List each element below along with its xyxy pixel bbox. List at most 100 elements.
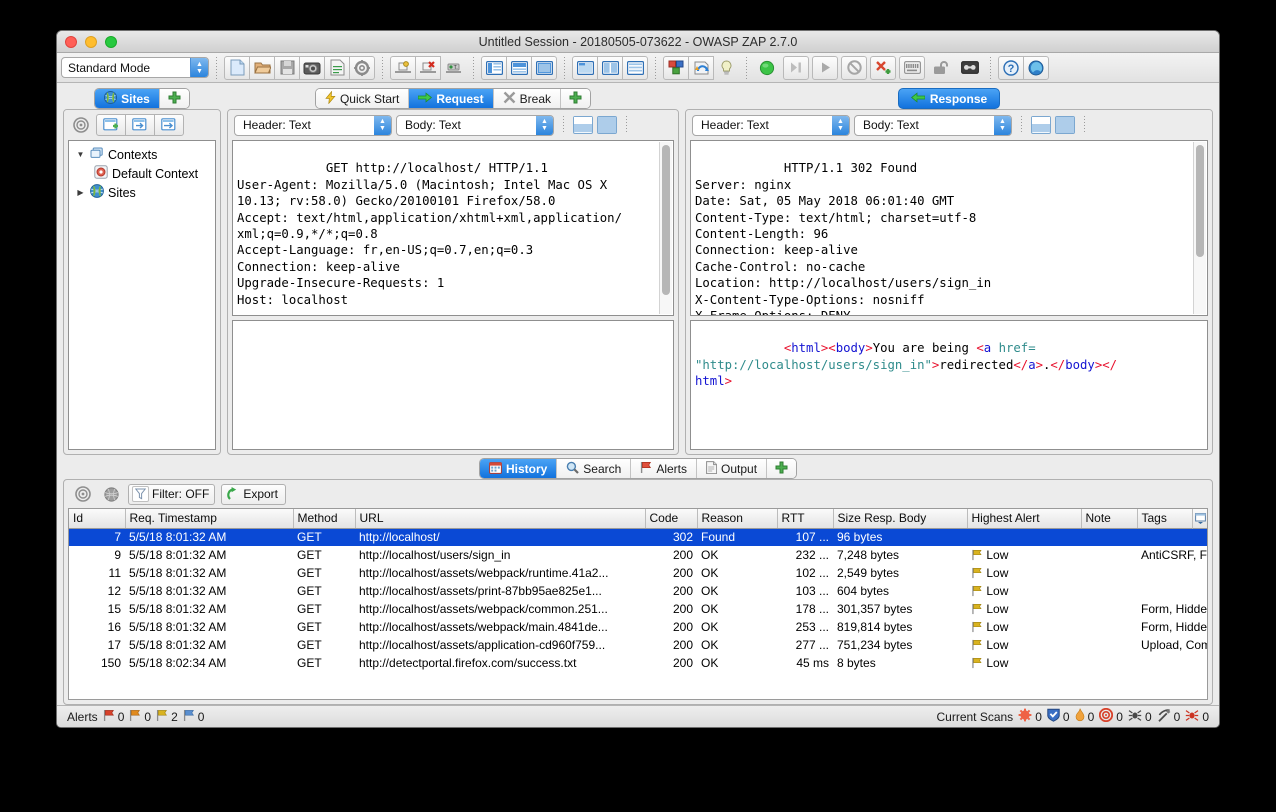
filter-button[interactable]: Filter: OFF — [128, 483, 216, 505]
export-button[interactable]: Export — [221, 483, 287, 505]
save-session-button[interactable] — [274, 55, 300, 80]
padlock-button[interactable] — [928, 56, 954, 80]
mode-select[interactable]: Standard Mode ▲ ▼ — [61, 57, 209, 78]
alert-count-low[interactable]: 2 — [156, 709, 178, 725]
tab-sites[interactable]: Sites — [95, 89, 160, 108]
tab-search[interactable]: Search — [557, 459, 632, 478]
export-context-button[interactable] — [154, 114, 184, 136]
tab-break[interactable]: Break — [493, 89, 562, 108]
col-size[interactable]: Size Resp. Body — [833, 509, 968, 529]
request-header-text[interactable]: GET http://localhost/ HTTP/1.1 User-Agen… — [232, 140, 674, 316]
scan-count-ajax-spider[interactable]: 0 — [1128, 709, 1152, 725]
request-add-tab-button[interactable] — [561, 89, 591, 108]
tree-item-default-context[interactable]: Default Context — [71, 164, 213, 183]
camera-button[interactable] — [299, 55, 325, 80]
table-row[interactable]: 15 5/5/18 8:01:32 AM GET http://localhost/a… — [69, 600, 1207, 618]
open-session-button[interactable] — [249, 55, 275, 80]
step-button[interactable] — [783, 55, 809, 80]
col-url[interactable]: URL — [355, 509, 646, 529]
target-icon[interactable] — [72, 483, 94, 505]
layout-full-button[interactable] — [481, 55, 507, 80]
table-row[interactable]: 16 5/5/18 8:01:32 AM GET http://localhost/a… — [69, 618, 1207, 636]
new-session-button[interactable] — [224, 55, 250, 80]
keyboard-button[interactable] — [899, 55, 925, 80]
mode-select-stepper[interactable]: ▲ ▼ — [190, 58, 208, 77]
response-header-view-select[interactable]: Header: Text ▲ ▼ — [692, 114, 850, 136]
col-id[interactable]: Id — [69, 509, 126, 529]
response-header-view-stepper[interactable]: ▲ ▼ — [832, 115, 849, 135]
sites-tree[interactable]: ▼ Contexts Default Context ▶ Sites — [68, 140, 216, 450]
chevron-down-icon[interactable]: ▼ — [75, 150, 86, 159]
table-row[interactable]: 12 5/5/18 8:01:32 AM GET http://localhost/a… — [69, 582, 1207, 600]
tree-item-contexts[interactable]: ▼ Contexts — [71, 145, 213, 164]
drop-button[interactable] — [841, 55, 867, 80]
bottom-add-tab-button[interactable] — [767, 459, 797, 478]
table-row[interactable]: 7 5/5/18 8:01:32 AM GET http://localhost/30… — [69, 528, 1207, 546]
request-body-text[interactable] — [232, 320, 674, 450]
single-view-icon[interactable] — [1055, 116, 1075, 134]
split-view-icon[interactable] — [573, 116, 593, 134]
tab-quick-start[interactable]: Quick Start — [315, 89, 410, 108]
tab-text-button[interactable]: T. — [440, 56, 466, 80]
tips-and-tricks-button[interactable] — [713, 56, 739, 80]
tab-response[interactable]: Response — [897, 88, 1001, 109]
response-header-text[interactable]: HTTP/1.1 302 Found Server: nginx Date: S… — [690, 140, 1208, 316]
single-view-icon[interactable] — [597, 116, 617, 134]
scan-count-spider[interactable]: 0 — [1018, 708, 1042, 725]
request-body-view-select[interactable]: Body: Text ▲ ▼ — [396, 114, 554, 136]
col-method[interactable]: Method — [293, 509, 356, 529]
scan-count-target[interactable]: 0 — [1099, 707, 1123, 725]
scan-count-spider-red[interactable]: 0 — [1185, 709, 1209, 725]
response-body-view-select[interactable]: Body: Text ▲ ▼ — [854, 114, 1012, 136]
continue-button[interactable] — [812, 55, 838, 80]
table-row[interactable]: 17 5/5/18 8:01:32 AM GET http://localhost/a… — [69, 636, 1207, 654]
col-alert[interactable]: Highest Alert — [967, 509, 1082, 529]
tab-output[interactable]: Output — [697, 459, 768, 478]
expand-sites-button[interactable] — [572, 55, 598, 80]
cassette-button[interactable] — [957, 56, 983, 80]
tab-request[interactable]: Request — [409, 89, 494, 108]
table-row[interactable]: 11 5/5/18 8:01:32 AM GET http://localhost/a… — [69, 564, 1207, 582]
request-header-scrollbar[interactable] — [659, 142, 672, 314]
scan-count-fuzzer[interactable]: 0 — [1075, 708, 1094, 725]
help-button[interactable]: ? — [998, 55, 1024, 80]
col-code[interactable]: Code — [645, 509, 698, 529]
show-all-tabs-button[interactable] — [390, 55, 416, 80]
col-rtt[interactable]: RTT — [777, 509, 834, 529]
column-chooser-icon[interactable] — [1192, 509, 1207, 529]
break-sites-button[interactable] — [870, 55, 896, 80]
set-break-button[interactable] — [754, 56, 780, 80]
scan-count-active[interactable]: 0 — [1047, 708, 1070, 725]
sites-add-tab-button[interactable] — [159, 89, 189, 108]
request-header-view-stepper[interactable]: ▲ ▼ — [374, 115, 391, 135]
col-timestamp[interactable]: Req. Timestamp — [125, 509, 294, 529]
hide-all-tabs-button[interactable] — [415, 55, 441, 80]
response-header-scrollbar[interactable] — [1193, 142, 1206, 314]
request-header-view-select[interactable]: Header: Text ▲ ▼ — [234, 114, 392, 136]
alert-count-high[interactable]: 0 — [103, 709, 124, 725]
report-button[interactable] — [324, 55, 350, 80]
layout-wide-button[interactable] — [531, 55, 557, 80]
check-updates-button[interactable] — [688, 55, 714, 80]
expand-rows-button[interactable] — [622, 55, 648, 80]
table-row[interactable]: 9 5/5/18 8:01:32 AM GET http://localhost/us… — [69, 546, 1207, 564]
layout-split-button[interactable] — [506, 55, 532, 80]
tree-item-sites[interactable]: ▶ Sites — [71, 183, 213, 202]
target-icon[interactable] — [70, 114, 92, 136]
request-body-view-stepper[interactable]: ▲ ▼ — [536, 115, 553, 135]
alert-count-medium[interactable]: 0 — [129, 709, 151, 725]
options-button[interactable] — [349, 55, 375, 80]
add-on-manage-button[interactable] — [663, 55, 689, 80]
import-context-button[interactable] — [125, 114, 155, 136]
tab-alerts[interactable]: Alerts — [631, 459, 698, 478]
expand-columns-button[interactable] — [597, 55, 623, 80]
col-reason[interactable]: Reason — [697, 509, 778, 529]
response-body-text[interactable]: <html><body>You are being <a href= "http… — [690, 320, 1208, 450]
scan-count-forced-browse[interactable]: 0 — [1157, 708, 1180, 725]
alert-count-info[interactable]: 0 — [183, 709, 204, 725]
scroll-thumb[interactable] — [662, 145, 670, 295]
response-body-view-stepper[interactable]: ▲ ▼ — [994, 115, 1011, 135]
col-note[interactable]: Note — [1081, 509, 1138, 529]
scroll-thumb[interactable] — [1196, 145, 1204, 257]
chevron-right-icon[interactable]: ▶ — [75, 188, 86, 197]
